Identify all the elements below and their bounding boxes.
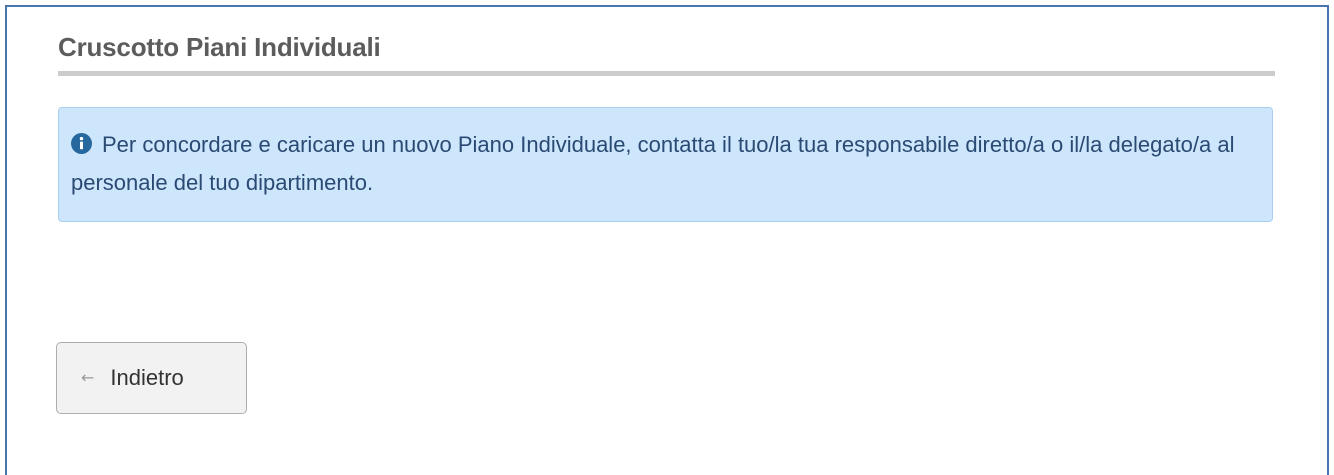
title-divider: [58, 71, 1275, 76]
info-alert-message: Per concordare e caricare un nuovo Piano…: [71, 132, 1235, 195]
info-alert: Per concordare e caricare un nuovo Piano…: [58, 107, 1273, 222]
back-button-label: Indietro: [110, 365, 184, 390]
info-circle-icon: [71, 133, 92, 154]
page-title: Cruscotto Piani Individuali: [58, 32, 381, 62]
back-button[interactable]: ← Indietro: [56, 342, 247, 414]
info-alert-content: Per concordare e caricare un nuovo Piano…: [71, 126, 1258, 202]
arrow-left-icon: ←: [81, 368, 95, 387]
